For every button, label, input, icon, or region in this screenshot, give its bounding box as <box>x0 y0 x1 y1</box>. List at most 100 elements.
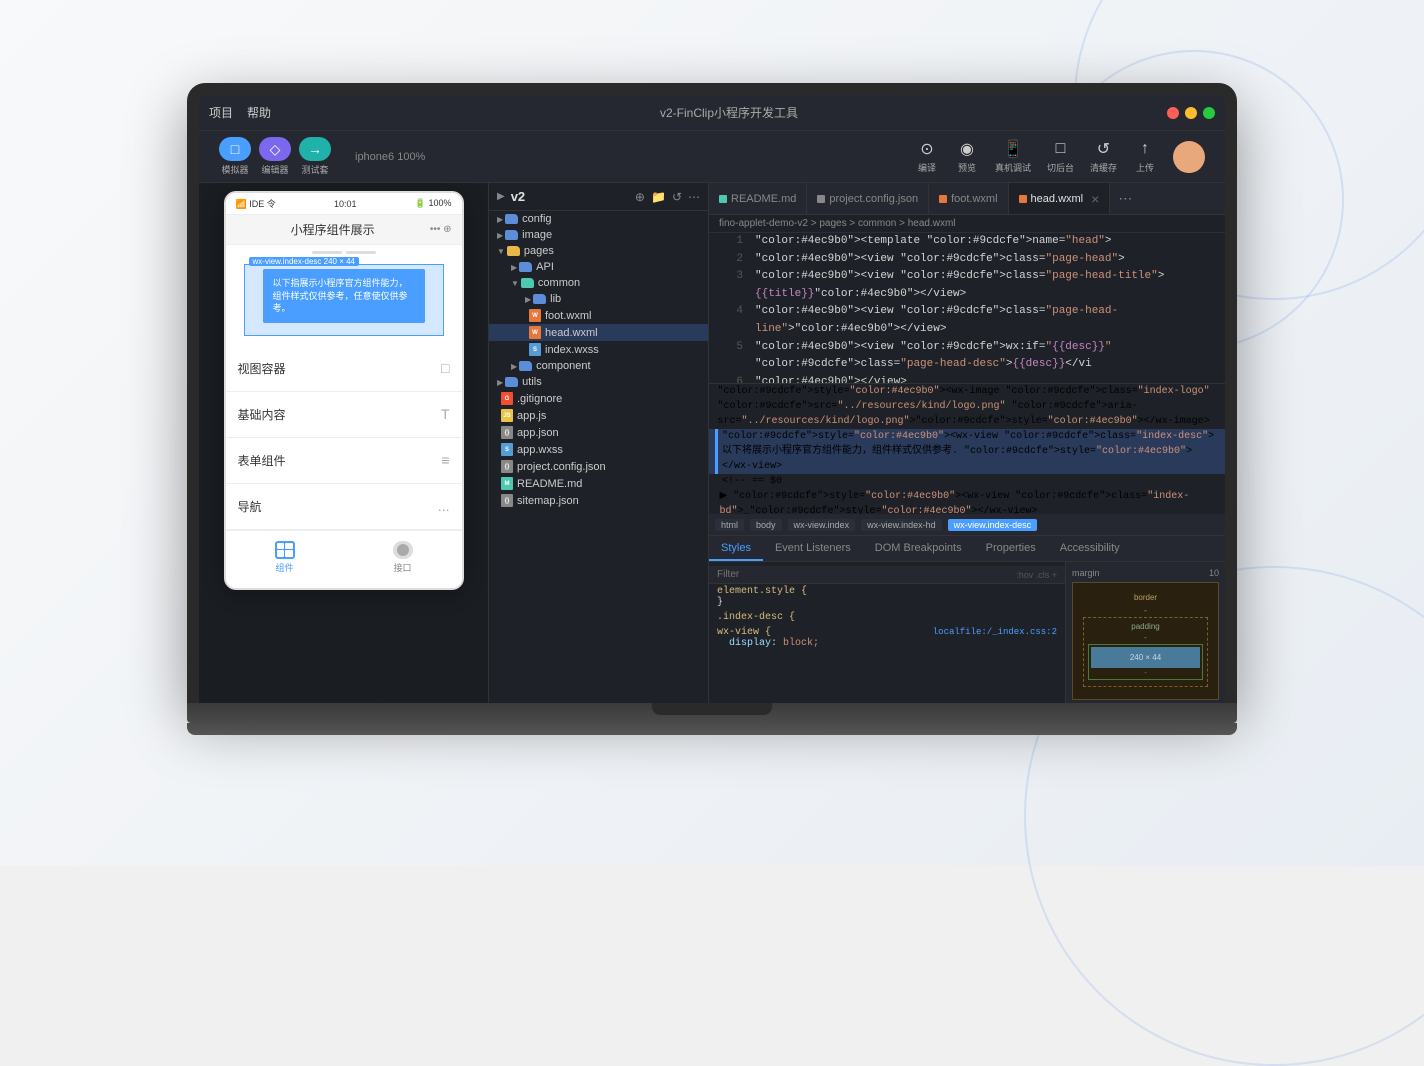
background-button[interactable]: □ 切后台 <box>1047 139 1074 174</box>
tree-item-foot-wxml[interactable]: Wfoot.wxml <box>489 307 708 324</box>
element-path-tag[interactable]: wx-view.index-hd <box>861 519 942 531</box>
background-label: 切后台 <box>1047 161 1074 174</box>
tree-item-index-wxss[interactable]: Sindex.wxss <box>489 341 708 358</box>
editor-button[interactable]: ◇ 编辑器 <box>259 137 291 176</box>
tab-foot-wxml[interactable]: foot.wxml <box>929 183 1008 214</box>
code-line-4: 4 "color:#4ec9b0"><view "color:#9cdcfe">… <box>709 303 1225 338</box>
tab-icon-head <box>1019 195 1027 203</box>
simulator-icon: □ <box>219 137 251 161</box>
styles-filter-input[interactable] <box>717 569 1010 580</box>
tree-item-app-wxss[interactable]: Sapp.wxss <box>489 441 708 458</box>
devtools-tabs-bar: Styles Event Listeners DOM Breakpoints P… <box>709 536 1225 562</box>
filter-hint: :hov .cls + <box>1016 570 1057 580</box>
phone-title-bar: 小程序组件展示 ••• ⊕ <box>226 215 462 245</box>
test-button[interactable]: → 测试套 <box>299 137 331 176</box>
devtools-tab-event-listeners[interactable]: Event Listeners <box>763 536 863 561</box>
box-model-diagram: border - padding - 240 × 44 - <box>1072 582 1219 700</box>
html-line: "color:#9cdcfe">style="color:#4ec9b0"><w… <box>709 384 1225 429</box>
preview-button[interactable]: ◉ 预览 <box>955 139 979 174</box>
menu-project[interactable]: 项目 <box>209 104 233 121</box>
devtools-tab-dom-breakpoints[interactable]: DOM Breakpoints <box>863 536 974 561</box>
test-label: 测试套 <box>301 163 328 176</box>
phone-menu-item[interactable]: 基础内容T <box>226 392 462 438</box>
box-model-header: margin 10 <box>1072 568 1219 578</box>
compile-button[interactable]: ⊙ 编译 <box>915 139 939 174</box>
device-info: iphone6 100% <box>339 151 435 163</box>
nav-label-interface: 接口 <box>393 561 411 574</box>
element-path-tag[interactable]: wx-view.index-desc <box>948 519 1038 531</box>
clear-cache-button[interactable]: ↺ 清缓存 <box>1090 139 1117 174</box>
devtools-tab-styles[interactable]: Styles <box>709 536 763 561</box>
menu-help[interactable]: 帮助 <box>247 104 271 121</box>
tree-item-sitemap-json[interactable]: {}sitemap.json <box>489 492 708 509</box>
window-controls <box>1167 107 1215 119</box>
tree-root-label: v2 <box>511 189 525 204</box>
tab-readme[interactable]: README.md <box>709 183 807 214</box>
tree-item-lib[interactable]: ▶ lib <box>489 291 708 307</box>
simulator-label: 模拟器 <box>221 163 248 176</box>
nav-item-component[interactable]: 组件 <box>275 541 295 574</box>
file-tree-panel: ▶ v2 ⊕ 📁 ↺ ⋯ ▶ config▶ image▼ <box>489 183 709 703</box>
simulator-panel: 📶 IDE 令 10:01 🔋 100% 小程序组件展示 ••• ⊕ <box>199 183 489 703</box>
maximize-button[interactable] <box>1203 107 1215 119</box>
minimize-button[interactable] <box>1185 107 1197 119</box>
test-icon: → <box>299 137 331 161</box>
device-frame: 📶 IDE 令 10:01 🔋 100% 小程序组件展示 ••• ⊕ <box>199 183 488 703</box>
file-tree-items: ▶ config▶ image▼ pages▶ API▼ common▶ lib… <box>489 211 708 509</box>
tab-project-config[interactable]: project.config.json <box>807 183 929 214</box>
upload-button[interactable]: ↑ 上传 <box>1133 139 1157 174</box>
tab-icon-readme <box>719 195 727 203</box>
compile-icon: ⊙ <box>915 139 939 159</box>
upload-label: 上传 <box>1136 161 1154 174</box>
tree-item-API[interactable]: ▶ API <box>489 259 708 275</box>
element-path-tag[interactable]: html <box>715 519 744 531</box>
html-line: ▶ "color:#9cdcfe">style="color:#4ec9b0">… <box>709 489 1225 514</box>
tree-item-image[interactable]: ▶ image <box>489 227 708 243</box>
toolbar-left: □ 模拟器 ◇ 编辑器 → 测试套 iphone6 100% <box>219 137 435 176</box>
tree-item-config[interactable]: ▶ config <box>489 211 708 227</box>
element-path-tag[interactable]: wx-view.index <box>788 519 856 531</box>
code-editor[interactable]: 1"color:#4ec9b0"><template "color:#9cdcf… <box>709 233 1225 383</box>
tree-item--gitignore[interactable]: G.gitignore <box>489 390 708 407</box>
clear-cache-label: 清缓存 <box>1090 161 1117 174</box>
phone-menu-item[interactable]: 视图容器□ <box>226 346 462 392</box>
editor-icon: ◇ <box>259 137 291 161</box>
toolbar-right: ⊙ 编译 ◉ 预览 📱 真机调试 □ 切后台 <box>915 139 1205 174</box>
simulator-button[interactable]: □ 模拟器 <box>219 137 251 176</box>
tab-icon-project <box>817 195 825 203</box>
devtools-tab-properties[interactable]: Properties <box>974 536 1048 561</box>
highlight-label: wx-view.index-desc 240 × 44 <box>249 257 360 266</box>
element-path-tag[interactable]: body <box>750 519 782 531</box>
laptop-bottom <box>187 703 1237 723</box>
tree-item-utils[interactable]: ▶ utils <box>489 374 708 390</box>
tree-item-head-wxml[interactable]: Whead.wxml <box>489 324 708 341</box>
toolbar: □ 模拟器 ◇ 编辑器 → 测试套 iphone6 100% <box>199 131 1225 183</box>
devtools-tab-accessibility[interactable]: Accessibility <box>1048 536 1132 561</box>
preview-label: 预览 <box>958 161 976 174</box>
close-button[interactable] <box>1167 107 1179 119</box>
tree-item-common[interactable]: ▼ common <box>489 275 708 291</box>
html-line: "color:#9cdcfe">style="color:#4ec9b0"><w… <box>709 429 1225 474</box>
tree-item-project-config.json[interactable]: {}project.config.json <box>489 458 708 475</box>
code-line-5: 5 "color:#4ec9b0"><view "color:#9cdcfe">… <box>709 339 1225 374</box>
app-window: 项目 帮助 v2-FinClip小程序开发工具 □ <box>199 95 1225 703</box>
tree-item-component[interactable]: ▶ component <box>489 358 708 374</box>
nav-item-interface[interactable]: 接口 <box>393 541 413 574</box>
tree-item-README-md[interactable]: MREADME.md <box>489 475 708 492</box>
style-rule: wx-view { localfile:/_index.css:2 displa… <box>709 625 1065 651</box>
user-avatar[interactable] <box>1173 141 1205 173</box>
phone-menu-item[interactable]: 表单组件≡ <box>226 438 462 484</box>
background-icon: □ <box>1048 139 1072 159</box>
tab-more-button[interactable]: ⋯ <box>1110 190 1140 207</box>
tree-item-app-json[interactable]: {}app.json <box>489 424 708 441</box>
tab-head-wxml[interactable]: head.wxml × <box>1009 183 1111 214</box>
tab-close-head[interactable]: × <box>1091 191 1099 207</box>
breadcrumb: fino-applet-demo-v2 > pages > common > h… <box>709 215 1225 233</box>
tree-icons: ⊕ 📁 ↺ ⋯ <box>635 190 700 204</box>
real-device-button[interactable]: 📱 真机调试 <box>995 139 1031 174</box>
component-text: 以下指展示小程序官方组件能力，组件样式仅供参考，任意使仅供参考。 <box>263 269 425 323</box>
tree-item-app-js[interactable]: JSapp.js <box>489 407 708 424</box>
tree-item-pages[interactable]: ▼ pages <box>489 243 708 259</box>
padding-box: 240 × 44 - <box>1088 644 1203 680</box>
phone-menu-item[interactable]: 导航... <box>226 484 462 530</box>
